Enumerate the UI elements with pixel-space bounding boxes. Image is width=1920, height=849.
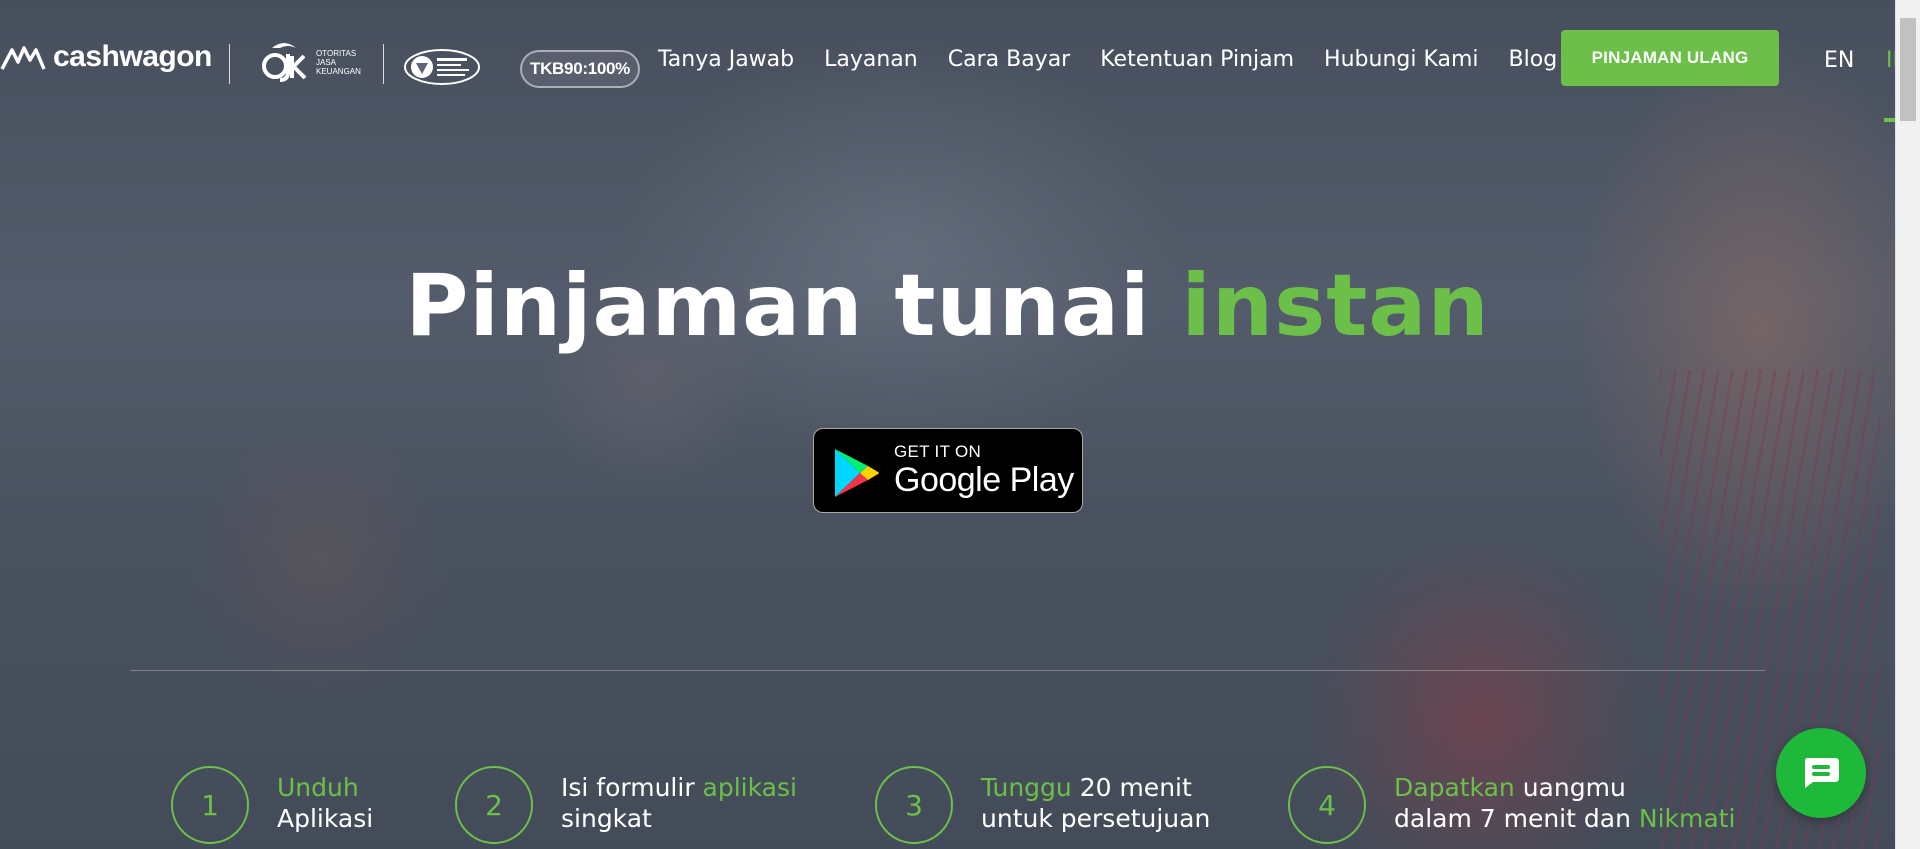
step-1: 1 Unduh Aplikasi [171, 766, 373, 844]
step-3: 3 Tunggu 20 menit untuk persetujuan [875, 766, 1210, 844]
step-number: 4 [1288, 766, 1366, 844]
google-play-icon [835, 449, 879, 497]
step-number: 1 [171, 766, 249, 844]
chat-button[interactable] [1776, 728, 1866, 818]
scrollbar-thumb[interactable] [1900, 18, 1916, 121]
language-en[interactable]: EN [1824, 48, 1854, 73]
section-divider [130, 670, 1765, 671]
google-play-label: Google Play [894, 461, 1074, 499]
google-play-button[interactable]: GET IT ON Google Play [813, 428, 1083, 513]
hero-overlay [0, 0, 1895, 849]
nav-blog[interactable]: Blog [1509, 47, 1558, 72]
nav-hubungi-kami[interactable]: Hubungi Kami [1324, 47, 1478, 72]
ojk-emblem-icon [262, 43, 307, 82]
cashwagon-logo[interactable]: cashwagon [0, 40, 212, 74]
nav-cara-bayar[interactable]: Cara Bayar [948, 47, 1070, 72]
cashwagon-logo-icon [0, 46, 46, 70]
nav-layanan[interactable]: Layanan [824, 47, 918, 72]
step-2: 2 Isi formulir aplikasi singkat [455, 766, 797, 844]
step-4: 4 Dapatkan uangmu dalam 7 menit dan Nikm… [1288, 766, 1735, 844]
step-text: Dapatkan uangmu dalam 7 menit dan Nikmat… [1394, 773, 1736, 833]
header-divider [229, 44, 230, 84]
step-text: Isi formulir aplikasi singkat [561, 773, 797, 833]
chat-bubble-icon [1805, 758, 1839, 788]
hero-title: Pinjaman tunai instan [405, 256, 1490, 356]
tkb-badge: TKB90:100% [520, 50, 640, 88]
step-number: 3 [875, 766, 953, 844]
logo-text: cashwagon [53, 40, 212, 73]
nav-tanya-jawab[interactable]: Tanya Jawab [658, 47, 794, 72]
active-language-indicator [1884, 118, 1895, 122]
step-number: 2 [455, 766, 533, 844]
pinjaman-ulang-button[interactable]: PINJAMAN ULANG [1561, 30, 1779, 86]
step-text: Tunggu 20 menit untuk persetujuan [981, 773, 1211, 833]
nav-ketentuan-pinjam[interactable]: Ketentuan Pinjam [1100, 47, 1294, 72]
header-divider [383, 44, 384, 84]
google-play-caption: GET IT ON [894, 442, 982, 461]
step-text: Unduh Aplikasi [277, 773, 374, 833]
site-header: cashwagon OTORITAS JASA KEUANGAN TKB90:1… [0, 0, 1895, 122]
main-nav: Tanya Jawab Layanan Cara Bayar Ketentuan… [658, 47, 1587, 72]
ojk-logo: OTORITAS JASA KEUANGAN [258, 40, 361, 84]
language-id[interactable]: ID [1886, 48, 1895, 73]
iso-certificate-icon [404, 49, 480, 85]
ojk-text: OTORITAS JASA KEUANGAN [316, 48, 361, 76]
page-scrollbar[interactable] [1895, 0, 1920, 849]
